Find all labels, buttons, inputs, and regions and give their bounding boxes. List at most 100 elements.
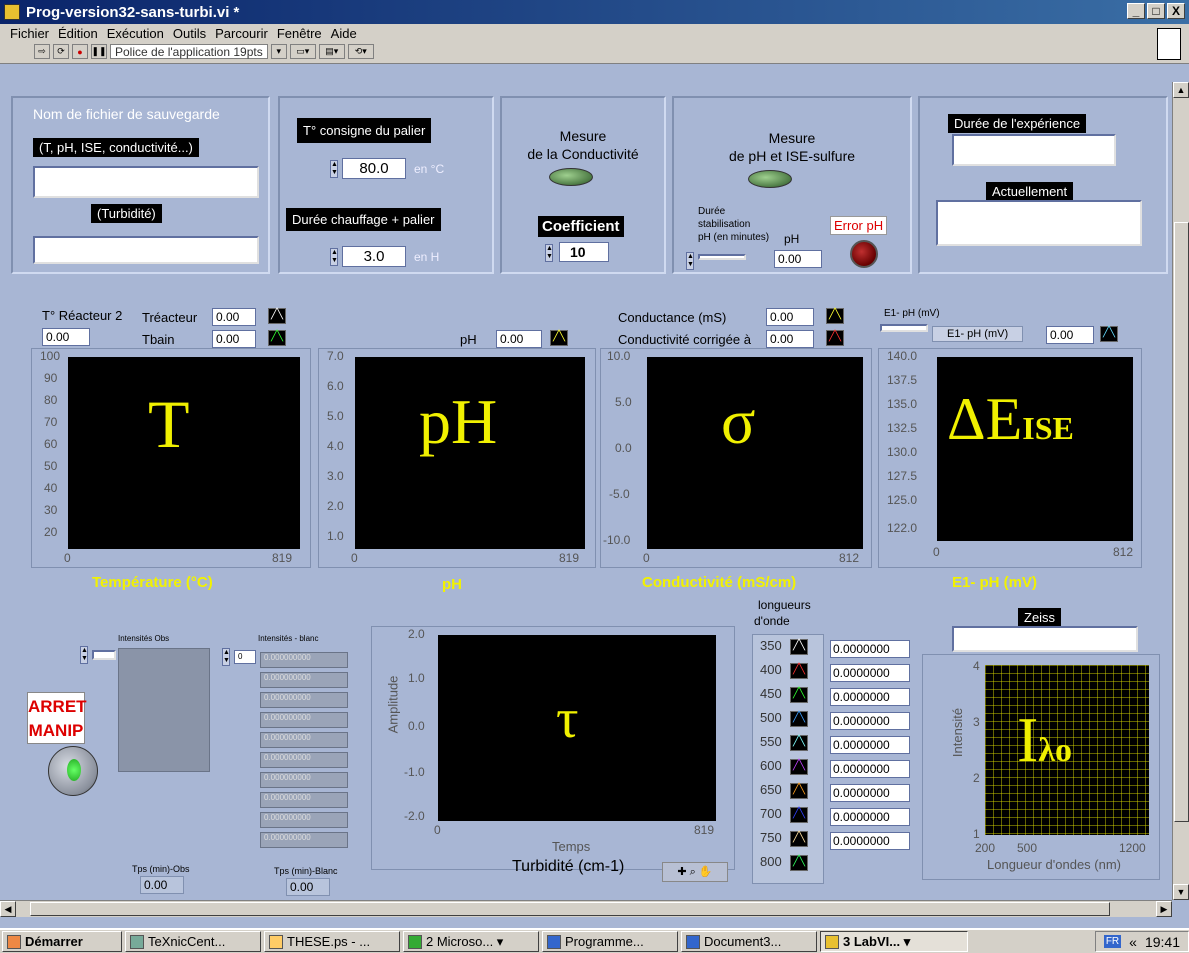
ph-symbol: pH <box>419 386 498 457</box>
zeiss-xtick: 1200 <box>1119 841 1146 855</box>
e-ytick: 140.0 <box>887 349 918 363</box>
duration-value[interactable]: 3.0 <box>342 246 406 267</box>
menu-fichier[interactable]: Fichier <box>10 26 49 41</box>
file-label-1: (T, pH, ISE, conductivité...) <box>33 138 199 157</box>
filename-input-1[interactable] <box>33 166 259 198</box>
stab-label-3: pH (en minutes) <box>698 232 770 243</box>
wavelength-label: 550 <box>760 734 782 749</box>
vertical-scrollbar[interactable]: ▲ ▼ <box>1172 82 1189 900</box>
stab-stepper[interactable]: ▲ ▼ <box>686 252 694 270</box>
ph-chart[interactable]: pH 7.0 6.0 5.0 4.0 3.0 2.0 1.0 0 819 <box>318 348 596 568</box>
t-xmax: 819 <box>272 551 293 565</box>
tray-expand-icon[interactable]: « <box>1129 934 1137 950</box>
minimize-button[interactable]: _ <box>1127 3 1145 19</box>
wavelength-label: 350 <box>760 638 782 653</box>
setpoint-value[interactable]: 80.0 <box>342 158 406 179</box>
e-xmax: 812 <box>1113 545 1134 559</box>
sigma-symbol: σ <box>721 386 756 457</box>
setpoint-stepper[interactable]: ▲ ▼ <box>330 160 338 178</box>
vertical-scroll-thumb[interactable] <box>1174 222 1189 822</box>
stop-button[interactable] <box>48 746 98 796</box>
blank-index-stepper[interactable]: ▲ ▼ <box>222 648 230 666</box>
zeiss-ytick: 4 <box>973 659 980 673</box>
legend-ph-value: 0.00 <box>496 330 542 348</box>
experiment-duration-label: Durée de l'expérience <box>948 114 1087 133</box>
scroll-up-icon[interactable]: ▲ <box>1173 82 1189 98</box>
filename-input-2[interactable] <box>33 236 259 264</box>
stab-slider[interactable] <box>698 254 746 260</box>
run-icon[interactable]: ⇨ <box>34 44 50 59</box>
blank-index[interactable]: 0 <box>234 650 256 664</box>
temperature-chart[interactable]: T 100 90 80 70 60 50 40 30 20 0 819 <box>31 348 311 568</box>
menu-parcourir[interactable]: Parcourir <box>215 26 268 41</box>
pause-icon[interactable]: ❚❚ <box>91 44 107 59</box>
duration-stepper[interactable]: ▲ ▼ <box>330 248 338 266</box>
blank-value: 0.000000000 <box>260 752 348 768</box>
t-ytick: 50 <box>44 459 58 473</box>
align-icon[interactable]: ▭▾ <box>289 44 316 59</box>
abort-icon[interactable]: ● <box>72 44 88 59</box>
maximize-button[interactable]: □ <box>1147 3 1165 19</box>
texniccenter-icon <box>130 934 144 949</box>
start-button[interactable]: Démarrer <box>2 931 122 952</box>
task-label: Document3... <box>704 934 782 949</box>
temperature-chart-title: Température (°C) <box>92 574 213 591</box>
task-label: 2 Microso... <box>426 934 494 949</box>
ph-toggle[interactable] <box>748 170 792 188</box>
task-labview[interactable]: 3 LabVI... ▾ <box>820 931 968 952</box>
close-button[interactable]: X <box>1167 3 1185 19</box>
ph-xmin: 0 <box>351 551 358 565</box>
t-xmin: 0 <box>64 551 71 565</box>
blank-value: 0.000000000 <box>260 732 348 748</box>
scroll-down-icon[interactable]: ▼ <box>1173 884 1189 900</box>
menu-outils[interactable]: Outils <box>173 26 206 41</box>
tau-ytick: -1.0 <box>404 765 425 779</box>
task-microsoft[interactable]: 2 Microso... ▾ <box>403 931 539 952</box>
task-document3[interactable]: Document3... <box>681 931 817 952</box>
menu-fenetre[interactable]: Fenêtre <box>277 26 322 41</box>
ph-ytick: 6.0 <box>327 379 344 393</box>
task-texniccenter[interactable]: TeXnicCent... <box>125 931 261 952</box>
e-ytick: 132.5 <box>887 421 918 435</box>
zeiss-chart[interactable]: Iλo Intensité 4 3 2 1 200 500 1200 Longu… <box>922 654 1160 880</box>
run-continuous-icon[interactable]: ⟳ <box>53 44 69 59</box>
menu-aide[interactable]: Aide <box>331 26 357 41</box>
scroll-right-icon[interactable]: ▶ <box>1156 901 1172 917</box>
t-ytick: 20 <box>44 525 58 539</box>
coefficient-stepper[interactable]: ▲ ▼ <box>545 244 553 262</box>
coefficient-value[interactable]: 10 <box>559 242 609 262</box>
conductivity-chart[interactable]: σ 10.0 5.0 0.0 -5.0 -10.0 0 812 <box>600 348 872 568</box>
excel-icon <box>408 934 422 949</box>
wavelength-line-icon: ╱╲ <box>790 711 808 727</box>
task-programme[interactable]: Programme... <box>542 931 678 952</box>
error-ph-label: Error pH <box>830 216 888 235</box>
ise-chart[interactable]: ΔEISE 140.0 137.5 135.0 132.5 130.0 127.… <box>878 348 1142 568</box>
turbidity-ylabel: Amplitude <box>385 675 401 734</box>
font-dropdown-icon[interactable]: ▾ <box>270 44 287 59</box>
file-label-2: (Turbidité) <box>91 204 162 223</box>
scroll-left-icon[interactable]: ◀ <box>0 901 16 917</box>
menu-execution[interactable]: Exécution <box>107 26 164 41</box>
font-select[interactable]: Police de l'application 19pts <box>110 44 268 59</box>
conductivity-toggle[interactable] <box>549 168 593 186</box>
blank-value: 0.000000000 <box>260 792 348 808</box>
language-indicator[interactable]: FR <box>1103 935 1122 948</box>
error-ph-led <box>850 240 878 268</box>
e-xmin: 0 <box>933 545 940 559</box>
zeiss-field[interactable] <box>952 626 1138 652</box>
window-title-bar[interactable]: Prog-version32-sans-turbi.vi * _ □ X <box>0 0 1189 24</box>
turbidity-chart[interactable]: τ Amplitude 2.0 1.0 0.0 -1.0 -2.0 0 819 … <box>371 626 735 870</box>
horizontal-scroll-thumb[interactable] <box>30 902 1110 916</box>
sigma-legend: Conductance (mS) 0.00 ╱╲ Conductivité co… <box>604 302 864 354</box>
task-these[interactable]: THESE.ps - ... <box>264 931 400 952</box>
obs-index[interactable] <box>92 650 116 660</box>
front-panel: Nom de fichier de sauvegarde (T, pH, ISE… <box>0 82 1172 900</box>
horizontal-scrollbar[interactable]: ◀ ▶ <box>0 900 1172 917</box>
setpoint-unit: en °C <box>414 162 445 176</box>
menu-edition[interactable]: Édition <box>58 26 98 41</box>
graph-palette-icon[interactable]: ✚ ⌕ ✋ <box>662 862 728 882</box>
distribute-icon[interactable]: ▤▾ <box>318 44 345 59</box>
obs-index-stepper[interactable]: ▲ ▼ <box>80 646 88 664</box>
e1-slider[interactable] <box>880 324 928 332</box>
reorder-icon[interactable]: ⟲▾ <box>347 44 374 59</box>
